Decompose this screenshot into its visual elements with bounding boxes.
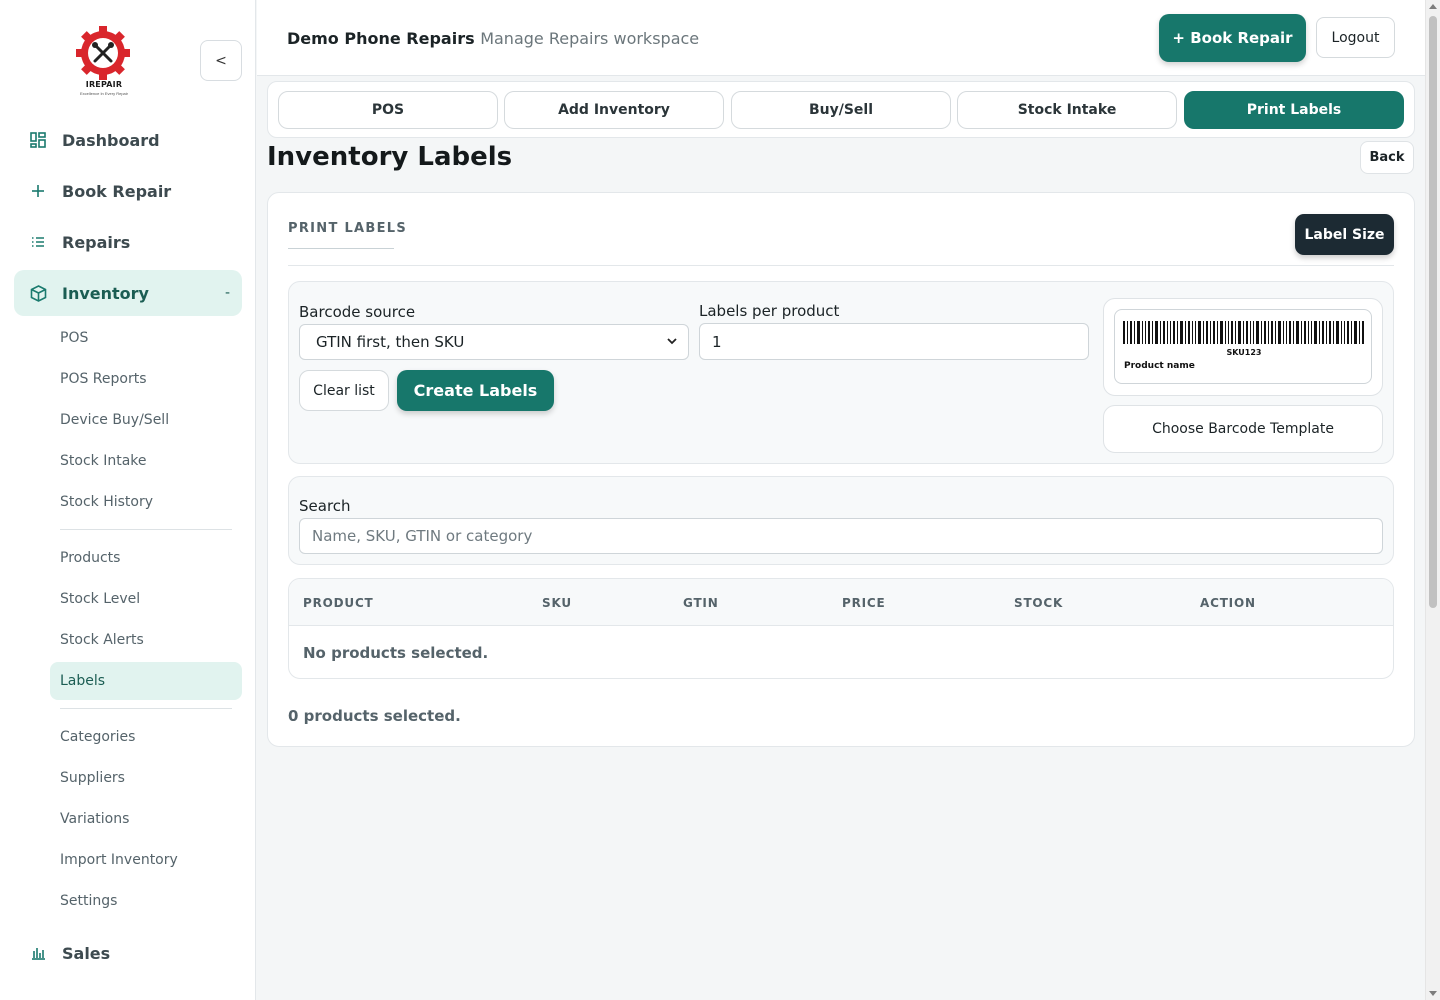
sidebar-subitem-pos[interactable]: POS: [50, 319, 242, 357]
section-divider: [288, 265, 1394, 266]
preview-product-name: Product name: [1124, 361, 1195, 371]
sidebar-subitem-suppliers[interactable]: Suppliers: [50, 759, 242, 797]
box-icon: [14, 284, 62, 302]
shop-name: Demo Phone Repairs: [287, 29, 475, 48]
sidebar: IREPAIR Excellence In Every Repair < Das…: [0, 0, 256, 1000]
sidebar-item-sales[interactable]: Sales: [14, 930, 242, 976]
brand-tagline: Excellence In Every Repair: [79, 91, 129, 96]
gear-icon: [76, 26, 130, 80]
label-options-panel: Barcode source GTIN first, then SKU Labe…: [288, 281, 1394, 464]
chevron-down-icon: [667, 338, 677, 345]
print-labels-card: PRINT LABELS Label Size Barcode source G…: [267, 192, 1415, 747]
sidebar-item-repairs[interactable]: Repairs: [14, 219, 242, 265]
sidebar-item-label: Inventory: [62, 283, 149, 303]
sidebar-subitem-categories[interactable]: Categories: [50, 718, 242, 756]
plus-icon: [14, 184, 62, 198]
selected-count: 0 products selected.: [288, 707, 461, 725]
barcode-source-value: GTIN first, then SKU: [316, 333, 465, 351]
list-icon: [14, 236, 62, 248]
barcode-icon: [1123, 321, 1364, 344]
barcode-source-label: Barcode source: [299, 303, 416, 321]
scroll-down-arrow-icon[interactable]: [1429, 991, 1437, 996]
section-title-underline: [288, 248, 394, 249]
sidebar-item-label: Sales: [62, 943, 111, 963]
column-header-action: ACTION: [1200, 596, 1256, 610]
sidebar-subitem-stock-history[interactable]: Stock History: [50, 483, 242, 521]
label-preview-card: SKU123 Product name: [1114, 309, 1372, 384]
sidebar-subitem-labels[interactable]: Labels: [50, 662, 242, 700]
scrollbar-thumb[interactable]: [1429, 16, 1437, 608]
barcode-source-select[interactable]: GTIN first, then SKU: [299, 324, 689, 360]
sidebar-subitem-stock-level[interactable]: Stock Level: [50, 580, 242, 618]
page-title: Inventory Labels: [267, 142, 513, 172]
selected-products-table: PRODUCT SKU GTIN PRICE STOCK ACTION No p…: [288, 578, 1394, 679]
book-repair-button[interactable]: + Book Repair: [1159, 14, 1306, 62]
column-header-gtin: GTIN: [683, 596, 719, 610]
tab-stock-intake[interactable]: Stock Intake: [957, 91, 1177, 129]
sidebar-item-label: Book Repair: [62, 181, 172, 201]
sidebar-subitem-pos-reports[interactable]: POS Reports: [50, 360, 242, 398]
tab-add-inventory[interactable]: Add Inventory: [504, 91, 724, 129]
search-input[interactable]: Name, SKU, GTIN or category: [299, 518, 1383, 554]
search-panel: Search Name, SKU, GTIN or category: [288, 476, 1394, 565]
sidebar-item-label: Dashboard: [62, 130, 160, 150]
collapse-sidebar-button[interactable]: <: [200, 40, 242, 81]
brand-logo[interactable]: IREPAIR Excellence In Every Repair: [68, 22, 140, 98]
workspace-subtitle: Manage Repairs workspace: [480, 29, 700, 48]
sidebar-item-book-repair[interactable]: Book Repair: [14, 168, 242, 214]
column-header-product: PRODUCT: [303, 596, 374, 610]
section-title: PRINT LABELS: [288, 221, 408, 236]
labels-per-product-input[interactable]: 1: [699, 323, 1089, 360]
column-header-sku: SKU: [542, 596, 572, 610]
preview-sku: SKU123: [1226, 348, 1262, 357]
sidebar-subitem-stock-alerts[interactable]: Stock Alerts: [50, 621, 242, 659]
sidebar-item-label: Repairs: [62, 232, 131, 252]
sidebar-subitem-import-inventory[interactable]: Import Inventory: [50, 841, 242, 879]
sidebar-subitem-products[interactable]: Products: [50, 539, 242, 577]
tab-pos[interactable]: POS: [278, 91, 498, 129]
scroll-up-arrow-icon[interactable]: [1429, 4, 1437, 9]
sidebar-subitem-device-buy-sell[interactable]: Device Buy/Sell: [50, 401, 242, 439]
sidebar-subitem-settings[interactable]: Settings: [50, 882, 242, 920]
top-header: Demo Phone Repairs Manage Repairs worksp…: [257, 0, 1425, 76]
bar-chart-icon: [14, 947, 62, 960]
sidebar-divider: [60, 708, 232, 709]
inventory-tabs: POS Add Inventory Buy/Sell Stock Intake …: [267, 81, 1415, 138]
column-header-stock: STOCK: [1014, 596, 1064, 610]
table-empty-message: No products selected.: [303, 644, 489, 662]
clear-list-button[interactable]: Clear list: [299, 370, 389, 411]
barcode-preview: SKU123 Product name: [1103, 298, 1383, 396]
column-header-price: PRICE: [842, 596, 886, 610]
search-label: Search: [299, 497, 351, 515]
create-labels-button[interactable]: Create Labels: [397, 370, 554, 411]
sidebar-item-dashboard[interactable]: Dashboard: [14, 117, 242, 163]
labels-per-product-label: Labels per product: [699, 302, 840, 320]
table-header: PRODUCT SKU GTIN PRICE STOCK ACTION: [289, 579, 1393, 626]
shop-title: Demo Phone Repairs Manage Repairs worksp…: [287, 29, 699, 48]
collapse-toggle-icon[interactable]: -: [225, 285, 230, 301]
page-scrollbar[interactable]: [1425, 0, 1440, 1000]
choose-barcode-template-button[interactable]: Choose Barcode Template: [1103, 405, 1383, 453]
dashboard-icon: [14, 132, 62, 148]
sidebar-item-inventory[interactable]: Inventory -: [14, 270, 242, 316]
logout-button[interactable]: Logout: [1316, 17, 1395, 58]
tab-print-labels[interactable]: Print Labels: [1184, 91, 1404, 129]
tab-buy-sell[interactable]: Buy/Sell: [731, 91, 951, 129]
brand-name: IREPAIR: [85, 80, 123, 89]
label-size-button[interactable]: Label Size: [1295, 214, 1394, 255]
sidebar-subitem-variations[interactable]: Variations: [50, 800, 242, 838]
sidebar-divider: [60, 529, 232, 530]
back-button[interactable]: Back: [1360, 141, 1414, 174]
sidebar-subitem-stock-intake[interactable]: Stock Intake: [50, 442, 242, 480]
